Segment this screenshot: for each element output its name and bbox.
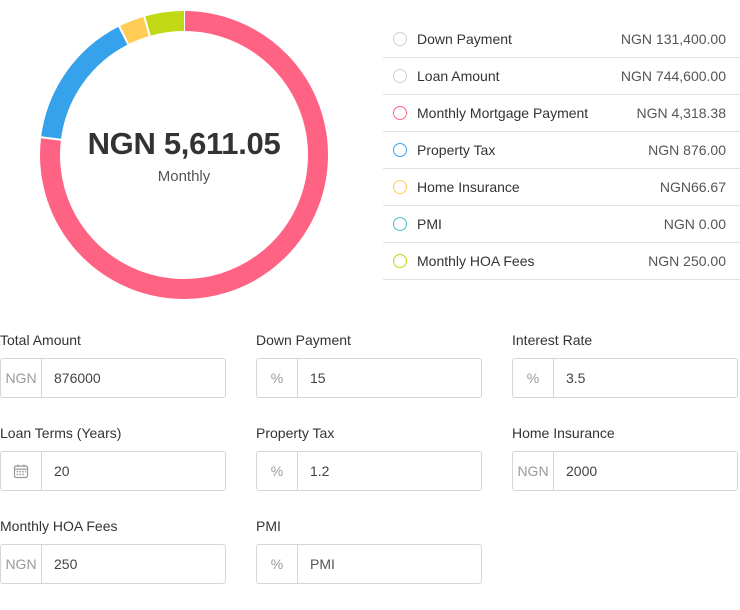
legend-label: PMI: [417, 216, 442, 232]
legend-label: Down Payment: [417, 31, 512, 47]
legend-label: Loan Amount: [417, 68, 500, 84]
breakdown-legend: Down Payment NGN 131,400.00 Loan Amount …: [383, 21, 740, 280]
percent-addon: %: [513, 359, 554, 397]
legend-value: NGN 744,600.00: [620, 68, 726, 84]
calendar-icon: [13, 464, 29, 479]
loan-terms-input-group[interactable]: [0, 451, 226, 491]
property-tax-label: Property Tax: [256, 425, 335, 441]
legend-dot-icon: [393, 69, 407, 83]
legend-value: NGN 131,400.00: [620, 31, 726, 47]
home-insurance-input[interactable]: [554, 452, 737, 490]
currency-addon: NGN: [1, 359, 42, 397]
property-tax-input-group[interactable]: %: [256, 451, 482, 491]
down-payment-field: Down Payment %: [256, 330, 482, 398]
pmi-label: PMI: [256, 518, 281, 534]
home-insurance-input-group[interactable]: NGN: [512, 451, 738, 491]
hoa-fees-input[interactable]: [42, 545, 225, 583]
calendar-addon: [1, 452, 42, 490]
legend-dot-icon: [393, 217, 407, 231]
interest-rate-field: Interest Rate %: [512, 330, 738, 398]
interest-rate-label: Interest Rate: [512, 332, 593, 348]
legend-dot-icon: [393, 32, 407, 46]
legend-label: Monthly HOA Fees: [417, 253, 535, 269]
legend-row-pmi[interactable]: PMI NGN 0.00: [383, 206, 740, 243]
legend-value: NGN66.67: [659, 179, 726, 195]
loan-terms-label: Loan Terms (Years): [0, 425, 122, 441]
monthly-caption: Monthly: [157, 167, 211, 185]
legend-row-loan-amount[interactable]: Loan Amount NGN 744,600.00: [383, 58, 740, 95]
currency-addon: NGN: [1, 545, 42, 583]
legend-dot-icon: [393, 180, 407, 194]
percent-addon: %: [257, 452, 298, 490]
legend-row-down-payment[interactable]: Down Payment NGN 131,400.00: [383, 21, 740, 58]
legend-dot-icon: [393, 106, 407, 120]
home-insurance-label: Home Insurance: [512, 425, 615, 441]
pmi-input[interactable]: [298, 545, 481, 583]
total-amount-label: Total Amount: [0, 332, 81, 348]
total-amount-input-group[interactable]: NGN: [0, 358, 226, 398]
legend-value: NGN 0.00: [663, 216, 726, 232]
property-tax-field: Property Tax %: [256, 423, 482, 491]
loan-terms-field: Loan Terms (Years): [0, 423, 226, 491]
legend-value: NGN 250.00: [648, 253, 726, 269]
legend-label: Property Tax: [417, 142, 496, 158]
legend-row-home-insurance[interactable]: Home Insurance NGN66.67: [383, 169, 740, 206]
percent-addon: %: [257, 545, 298, 583]
interest-rate-input[interactable]: [554, 359, 737, 397]
monthly-total-amount: NGN 5,611.05: [87, 125, 281, 161]
pmi-field: PMI %: [256, 516, 482, 584]
legend-label: Home Insurance: [417, 179, 520, 195]
donut-center: NGN 5,611.05 Monthly: [38, 9, 330, 301]
loan-terms-input[interactable]: [42, 452, 225, 490]
pmi-input-group[interactable]: %: [256, 544, 482, 584]
legend-row-property-tax[interactable]: Property Tax NGN 876.00: [383, 132, 740, 169]
home-insurance-field: Home Insurance NGN: [512, 423, 738, 491]
total-amount-field: Total Amount NGN: [0, 330, 226, 398]
down-payment-input[interactable]: [298, 359, 481, 397]
legend-value: NGN 4,318.38: [636, 105, 727, 121]
property-tax-input[interactable]: [298, 452, 481, 490]
legend-row-monthly-mortgage-payment[interactable]: Monthly Mortgage Payment NGN 4,318.38: [383, 95, 740, 132]
legend-value: NGN 876.00: [648, 142, 726, 158]
down-payment-label: Down Payment: [256, 332, 351, 348]
hoa-fees-field: Monthly HOA Fees NGN: [0, 516, 226, 584]
payment-donut-chart: NGN 5,611.05 Monthly: [38, 9, 330, 301]
total-amount-input[interactable]: [42, 359, 225, 397]
interest-rate-input-group[interactable]: %: [512, 358, 738, 398]
currency-addon: NGN: [513, 452, 554, 490]
hoa-fees-label: Monthly HOA Fees: [0, 518, 118, 534]
legend-dot-icon: [393, 254, 407, 268]
percent-addon: %: [257, 359, 298, 397]
legend-label: Monthly Mortgage Payment: [417, 105, 589, 121]
legend-row-monthly-hoa-fees[interactable]: Monthly HOA Fees NGN 250.00: [383, 243, 740, 280]
down-payment-input-group[interactable]: %: [256, 358, 482, 398]
legend-dot-icon: [393, 143, 407, 157]
hoa-fees-input-group[interactable]: NGN: [0, 544, 226, 584]
